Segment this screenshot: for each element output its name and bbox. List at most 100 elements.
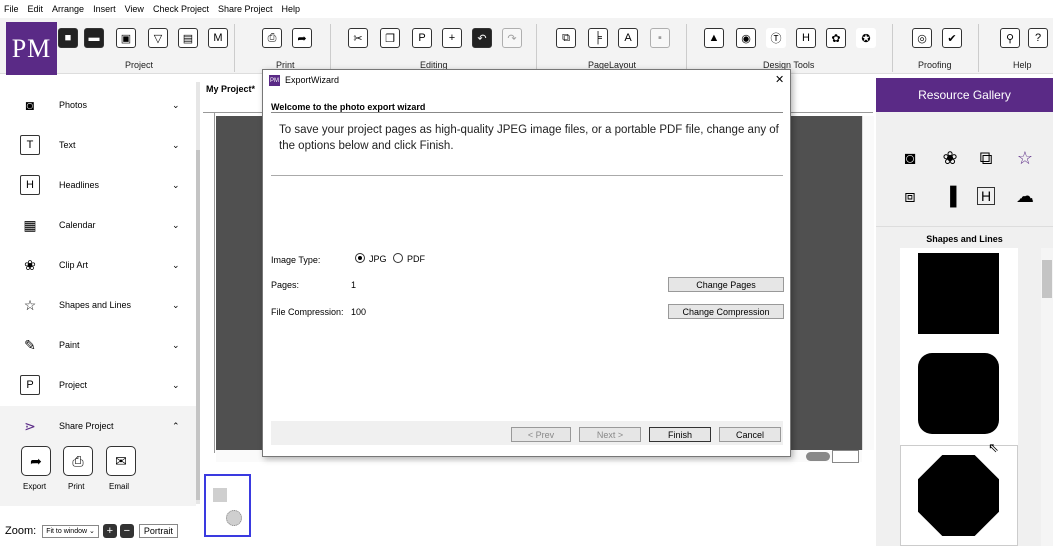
chevron-down-icon: ⌄ (172, 139, 180, 150)
shape-tool-icon[interactable]: ✪ (856, 28, 876, 48)
ribbon-separator (978, 24, 979, 72)
canvas-vertical-scrollbar[interactable] (862, 116, 874, 450)
menu-arrange[interactable]: Arrange (52, 4, 84, 14)
menu-share-project[interactable]: Share Project (218, 4, 273, 14)
radio-pdf[interactable] (393, 253, 403, 263)
save-icon[interactable]: ▣ (116, 28, 136, 48)
menu-edit[interactable]: Edit (28, 4, 44, 14)
clipart-tool-icon[interactable]: ✿ (826, 28, 846, 48)
wizard-intro-text: To save your project pages as high-quali… (279, 124, 779, 152)
nav-paint[interactable]: ✎ Paint ⌄ (0, 325, 196, 365)
project-tab[interactable]: My Project* (206, 84, 255, 94)
change-compression-button[interactable]: Change Compression (668, 304, 784, 319)
view-toggle[interactable] (806, 452, 830, 461)
new-project-icon[interactable]: ■ (58, 28, 78, 48)
page-thumbnail[interactable] (204, 474, 251, 537)
template-icon[interactable]: ▤ (178, 28, 198, 48)
background-icon[interactable]: ▪ (650, 28, 670, 48)
cloud-com-icon[interactable]: ☁ (1013, 184, 1037, 208)
text-layout-icon[interactable]: A (618, 28, 638, 48)
next-button[interactable]: Next > (579, 427, 641, 442)
octagon-shape[interactable] (918, 455, 999, 536)
orientation-button[interactable]: Portrait (138, 524, 178, 538)
paste-icon[interactable]: P (412, 28, 432, 48)
tools-scrollbar-thumb[interactable] (196, 150, 200, 500)
camera-icon[interactable]: ◉ (736, 28, 756, 48)
chevron-down-icon: ⌄ (172, 379, 180, 390)
open-folder-icon[interactable]: ▬ (84, 28, 104, 48)
text-tool-icon[interactable]: Ⓣ (766, 28, 786, 48)
compression-label: File Compression: (271, 307, 344, 317)
spellcheck-icon[interactable]: ✔ (942, 28, 962, 48)
save-as-icon[interactable]: ▽ (148, 28, 168, 48)
nav-headlines[interactable]: H Headlines ⌄ (0, 165, 196, 205)
zoom-select[interactable]: Fit to window ⌄ (42, 524, 99, 538)
finish-button[interactable]: Finish (649, 427, 711, 442)
copy-icon[interactable]: ❐ (380, 28, 400, 48)
menu-view[interactable]: View (125, 4, 144, 14)
pages-value: 1 (351, 280, 357, 290)
columns-icon[interactable]: ▐ (938, 184, 962, 208)
headline-tool-icon[interactable]: H (796, 28, 816, 48)
app-small-icon: PM (269, 75, 280, 86)
gallery-scrollbar-thumb[interactable] (1042, 260, 1052, 298)
email-icon[interactable]: ✉ (106, 446, 136, 476)
image-icon[interactable]: ▲ (704, 28, 724, 48)
nav-label: Calendar (59, 220, 96, 230)
tips-icon[interactable]: ⚲ (1000, 28, 1020, 48)
ribbon-separator (892, 24, 893, 72)
divider (271, 112, 783, 113)
redo-icon[interactable]: ↷ (502, 28, 522, 48)
nav-project[interactable]: P Project ⌄ (0, 365, 196, 405)
nav-text[interactable]: T Text ⌄ (0, 125, 196, 165)
export-icon[interactable]: ➦ (21, 446, 51, 476)
print-icon[interactable]: ⎙ (262, 28, 282, 48)
menu-help[interactable]: Help (282, 4, 301, 14)
add-page-icon[interactable]: + (442, 28, 462, 48)
nav-photos[interactable]: ◙ Photos ⌄ (0, 85, 196, 125)
dialog-title: ExportWizard (285, 75, 340, 85)
menu-insert[interactable]: Insert (93, 4, 116, 14)
zoom-out-icon[interactable]: − (119, 524, 134, 538)
cut-icon[interactable]: ✂ (348, 28, 368, 48)
rounded-square-shape[interactable] (918, 353, 999, 434)
change-pages-button[interactable]: Change Pages (668, 277, 784, 292)
undo-icon[interactable]: ↶ (472, 28, 492, 48)
mouse-cursor-icon: ⇖ (988, 440, 999, 455)
prev-button[interactable]: < Prev (511, 427, 571, 442)
menu-check-project[interactable]: Check Project (153, 4, 209, 14)
group-proofing-label: Proofing (918, 60, 952, 70)
columns-icon[interactable]: ╞ (588, 28, 608, 48)
pdf-label: PDF (407, 254, 425, 264)
radio-jpg[interactable] (355, 253, 365, 263)
nav-shapes-and-lines[interactable]: ☆ Shapes and Lines ⌄ (0, 285, 196, 325)
nav-label: Paint (59, 340, 80, 350)
photo-icon[interactable]: ◙ (898, 146, 922, 170)
vertical-ruler (203, 113, 215, 453)
zoom-in-icon[interactable]: + (102, 524, 117, 538)
proofing-view-icon[interactable]: ◎ (912, 28, 932, 48)
nav-clip-art[interactable]: ❀ Clip Art ⌄ (0, 245, 196, 285)
layout-icon[interactable]: ⧉ (556, 28, 576, 48)
cancel-button[interactable]: Cancel (719, 427, 781, 442)
nav-share-project[interactable]: ⋗ Share Project ⌃ (0, 406, 196, 446)
chevron-down-icon: ⌄ (172, 259, 180, 270)
help-icon[interactable]: ? (1028, 28, 1048, 48)
headline-icon[interactable]: H (974, 184, 998, 208)
flower-icon[interactable]: ❀ (938, 146, 962, 170)
star-icon[interactable]: ☆ (1013, 146, 1037, 170)
layout-icon[interactable]: ⧈ (898, 184, 922, 208)
square-shape[interactable] (918, 253, 999, 334)
wizard-heading: Welcome to the photo export wizard (271, 102, 426, 112)
chevron-down-icon: ⌄ (172, 299, 180, 310)
export-wizard-dialog: PM ExportWizard ✕ Welcome to the photo e… (262, 69, 791, 457)
menu-file[interactable]: File (4, 4, 19, 14)
mpp-icon[interactable]: M (208, 28, 228, 48)
ribbon-separator (686, 24, 687, 72)
share-arrow-icon[interactable]: ➦ (292, 28, 312, 48)
nav-calendar[interactable]: ▦ Calendar ⌄ (0, 205, 196, 245)
shapes-icon[interactable]: ⧉ (974, 146, 998, 170)
close-icon[interactable]: ✕ (775, 73, 784, 86)
print-icon[interactable]: ⎙ (63, 446, 93, 476)
ribbon-separator (536, 24, 537, 72)
